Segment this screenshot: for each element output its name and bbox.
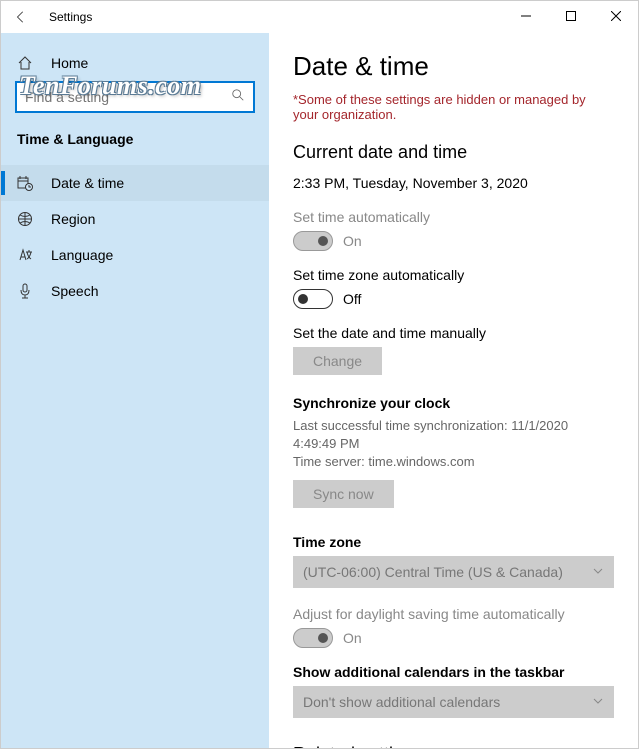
nav-label: Region [51,211,95,227]
titlebar: Settings [1,1,638,33]
home-icon [17,55,35,71]
calendars-dropdown[interactable]: Don't show additional calendars [293,686,614,718]
microphone-icon [17,283,35,299]
auto-tz-label: Set time zone automatically [293,267,614,283]
nav-item-language[interactable]: Language [1,237,269,273]
sync-heading: Synchronize your clock [293,395,614,411]
minimize-button[interactable] [503,1,548,31]
toggle-state: On [343,233,362,249]
sidebar: Home Time & Language Date & time Region [1,33,269,748]
nav-item-region[interactable]: Region [1,201,269,237]
close-button[interactable] [593,1,638,31]
chevron-down-icon [592,694,604,710]
sync-last: Last successful time synchronization: 11… [293,417,614,453]
nav-label: Date & time [51,175,124,191]
home-button[interactable]: Home [1,49,269,81]
chevron-down-icon [592,564,604,580]
toggle-state: Off [343,291,361,307]
related-heading: Related settings [293,744,614,748]
category-heading: Time & Language [1,131,269,165]
dst-toggle: On [293,628,614,648]
back-button[interactable] [9,5,33,29]
main-content: Date & time *Some of these settings are … [269,33,638,748]
nav-label: Language [51,247,113,263]
dropdown-value: (UTC-06:00) Central Time (US & Canada) [303,564,563,580]
timezone-label: Time zone [293,534,614,550]
search-icon [231,88,245,107]
calendar-clock-icon [17,175,35,191]
nav-label: Speech [51,283,98,299]
nav-item-speech[interactable]: Speech [1,273,269,309]
dropdown-value: Don't show additional calendars [303,694,500,710]
search-box[interactable] [15,81,255,113]
sync-server: Time server: time.windows.com [293,453,614,471]
toggle-state: On [343,630,362,646]
org-warning: *Some of these settings are hidden or ma… [293,92,614,122]
search-input[interactable] [25,89,231,105]
auto-time-label: Set time automatically [293,209,614,225]
auto-tz-toggle[interactable]: Off [293,289,614,309]
dst-label: Adjust for daylight saving time automati… [293,606,614,622]
window-title: Settings [49,10,92,24]
window-controls [503,1,638,31]
globe-icon [17,211,35,227]
current-heading: Current date and time [293,142,614,163]
nav-item-date-time[interactable]: Date & time [1,165,269,201]
timezone-dropdown: (UTC-06:00) Central Time (US & Canada) [293,556,614,588]
current-datetime: 2:33 PM, Tuesday, November 3, 2020 [293,175,614,191]
page-title: Date & time [293,51,614,82]
auto-time-toggle: On [293,231,614,251]
sync-now-button: Sync now [293,480,394,508]
maximize-button[interactable] [548,1,593,31]
language-icon [17,247,35,263]
manual-label: Set the date and time manually [293,325,614,341]
calendars-label: Show additional calendars in the taskbar [293,664,614,680]
home-label: Home [51,55,88,71]
change-button: Change [293,347,382,375]
